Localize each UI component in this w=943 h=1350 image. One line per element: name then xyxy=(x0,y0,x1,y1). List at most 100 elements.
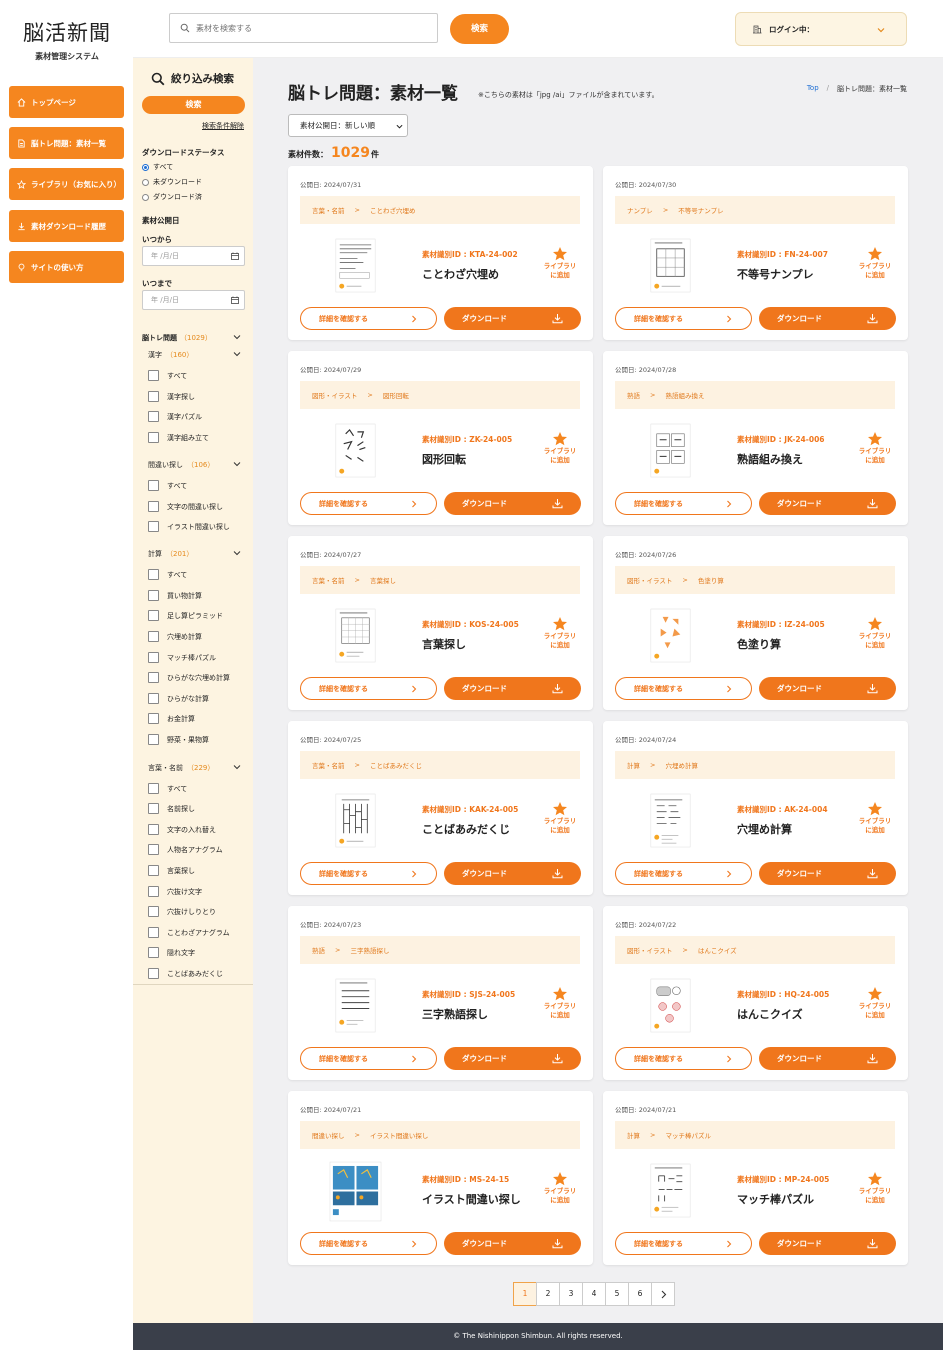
page-6-button[interactable]: 6 xyxy=(628,1282,652,1306)
card-subcategory[interactable]: 図形回転 xyxy=(383,390,409,400)
card-subcategory[interactable]: 三字熟語探し xyxy=(350,945,389,955)
radio-button[interactable] xyxy=(142,193,149,201)
filter-option[interactable]: 買い物計算 xyxy=(148,590,202,601)
nav-item-top[interactable]: トップページ xyxy=(9,86,124,118)
checkbox[interactable] xyxy=(148,968,159,979)
view-details-button[interactable]: 詳細を確認する xyxy=(615,307,752,330)
view-details-button[interactable]: 詳細を確認する xyxy=(615,677,752,700)
calendar-icon[interactable] xyxy=(231,296,239,304)
filter-option[interactable]: 穴抜け文字 xyxy=(148,886,202,897)
login-status-dropdown[interactable]: ログイン中： xyxy=(735,12,907,46)
add-to-library-button[interactable]: ライブラリ に追加 xyxy=(852,1171,898,1205)
material-thumbnail[interactable] xyxy=(328,1159,383,1224)
card-category[interactable]: 熟語 xyxy=(312,945,325,955)
download-button[interactable]: ダウンロード xyxy=(759,862,896,885)
material-thumbnail[interactable] xyxy=(328,974,383,1039)
checkbox[interactable] xyxy=(148,906,159,917)
material-thumbnail[interactable] xyxy=(643,1159,698,1224)
filter-option[interactable]: ことわざアナグラム xyxy=(148,927,230,938)
add-to-library-button[interactable]: ライブラリ に追加 xyxy=(537,246,583,280)
checkbox[interactable] xyxy=(148,521,159,532)
view-details-button[interactable]: 詳細を確認する xyxy=(300,677,437,700)
card-subcategory[interactable]: 熟語組み換え xyxy=(665,390,704,400)
material-thumbnail[interactable] xyxy=(328,604,383,669)
filter-option[interactable]: 文字の間違い探し xyxy=(148,501,223,512)
next-page-button[interactable] xyxy=(651,1282,675,1306)
checkbox[interactable] xyxy=(148,927,159,938)
filter-option[interactable]: すべて xyxy=(148,370,187,381)
nav-item-library[interactable]: ライブラリ（お気に入り） xyxy=(9,168,124,200)
download-button[interactable]: ダウンロード xyxy=(444,492,581,515)
filter-option[interactable]: ひらがな穴埋め計算 xyxy=(148,672,230,683)
download-button[interactable]: ダウンロード xyxy=(444,307,581,330)
checkbox[interactable] xyxy=(148,569,159,580)
card-category[interactable]: 図形・イラスト xyxy=(312,390,357,400)
subcategory-calculation[interactable]: 計算 （201） xyxy=(148,549,245,559)
nav-item-download-history[interactable]: 素材ダウンロード履歴 xyxy=(9,210,124,242)
view-details-button[interactable]: 詳細を確認する xyxy=(615,1047,752,1070)
download-button[interactable]: ダウンロード xyxy=(759,307,896,330)
search-input[interactable] xyxy=(196,23,426,33)
add-to-library-button[interactable]: ライブラリ に追加 xyxy=(852,246,898,280)
filter-option[interactable]: ひらがな計算 xyxy=(148,693,209,704)
view-details-button[interactable]: 詳細を確認する xyxy=(300,1232,437,1255)
checkbox[interactable] xyxy=(148,432,159,443)
filter-option[interactable]: 人物名アナグラム xyxy=(148,844,223,855)
checkbox[interactable] xyxy=(148,803,159,814)
material-thumbnail[interactable] xyxy=(643,419,698,484)
nav-item-materials[interactable]: 脳トレ問題：素材一覧 xyxy=(9,127,124,159)
subcategory-words-names[interactable]: 言葉・名前 （229） xyxy=(148,763,245,773)
card-category[interactable]: 言葉・名前 xyxy=(312,575,345,585)
card-category[interactable]: 言葉・名前 xyxy=(312,760,345,770)
checkbox[interactable] xyxy=(148,501,159,512)
download-button[interactable]: ダウンロード xyxy=(759,1232,896,1255)
checkbox[interactable] xyxy=(148,824,159,835)
checkbox[interactable] xyxy=(148,886,159,897)
download-button[interactable]: ダウンロード xyxy=(444,677,581,700)
filter-option[interactable]: 漢字組み立て xyxy=(148,432,209,443)
add-to-library-button[interactable]: ライブラリ に追加 xyxy=(537,431,583,465)
page-2-button[interactable]: 2 xyxy=(536,1282,560,1306)
chevron-down-icon[interactable] xyxy=(233,350,241,358)
card-subcategory[interactable]: 言葉探し xyxy=(370,575,396,585)
filter-option[interactable]: 漢字パズル xyxy=(148,411,202,422)
filter-option[interactable]: すべて xyxy=(148,480,187,491)
checkbox[interactable] xyxy=(148,672,159,683)
filter-search-button[interactable]: 検索 xyxy=(142,96,245,114)
filter-option[interactable]: 文字の入れ替え xyxy=(148,824,216,835)
material-thumbnail[interactable] xyxy=(643,974,698,1039)
checkbox[interactable] xyxy=(148,391,159,402)
category-brain-training[interactable]: 脳トレ問題 （1029） xyxy=(142,333,245,343)
card-category[interactable]: 間違い探し xyxy=(312,1130,345,1140)
card-subcategory[interactable]: はんこクイズ xyxy=(698,945,737,955)
checkbox[interactable] xyxy=(148,693,159,704)
checkbox[interactable] xyxy=(148,631,159,642)
subcategory-kanji[interactable]: 漢字 （160） xyxy=(148,350,245,360)
checkbox[interactable] xyxy=(148,610,159,621)
add-to-library-button[interactable]: ライブラリ に追加 xyxy=(852,986,898,1020)
page-1-button[interactable]: 1 xyxy=(513,1282,537,1306)
view-details-button[interactable]: 詳細を確認する xyxy=(615,1232,752,1255)
filter-option[interactable]: 隠れ文字 xyxy=(148,947,195,958)
card-category[interactable]: 熟語 xyxy=(627,390,640,400)
filter-option[interactable]: 漢字探し xyxy=(148,391,195,402)
card-category[interactable]: 計算 xyxy=(627,760,640,770)
page-4-button[interactable]: 4 xyxy=(582,1282,606,1306)
view-details-button[interactable]: 詳細を確認する xyxy=(300,862,437,885)
download-button[interactable]: ダウンロード xyxy=(759,492,896,515)
download-button[interactable]: ダウンロード xyxy=(444,1047,581,1070)
download-button[interactable]: ダウンロード xyxy=(759,677,896,700)
filter-option[interactable]: 穴埋め計算 xyxy=(148,631,202,642)
card-subcategory[interactable]: 穴埋め計算 xyxy=(665,760,698,770)
subcategory-spot-difference[interactable]: 間違い探し （106） xyxy=(148,460,245,470)
radio-button[interactable] xyxy=(142,163,149,171)
add-to-library-button[interactable]: ライブラリ に追加 xyxy=(852,616,898,650)
material-thumbnail[interactable] xyxy=(643,789,698,854)
calendar-icon[interactable] xyxy=(231,252,239,260)
nav-item-how-to-use[interactable]: サイトの使い方 xyxy=(9,251,124,283)
checkbox[interactable] xyxy=(148,652,159,663)
card-subcategory[interactable]: 不等号ナンプレ xyxy=(678,205,723,215)
material-thumbnail[interactable] xyxy=(328,419,383,484)
radio-not-downloaded[interactable]: 未ダウンロード xyxy=(142,177,202,187)
filter-option[interactable]: お金計算 xyxy=(148,713,195,724)
